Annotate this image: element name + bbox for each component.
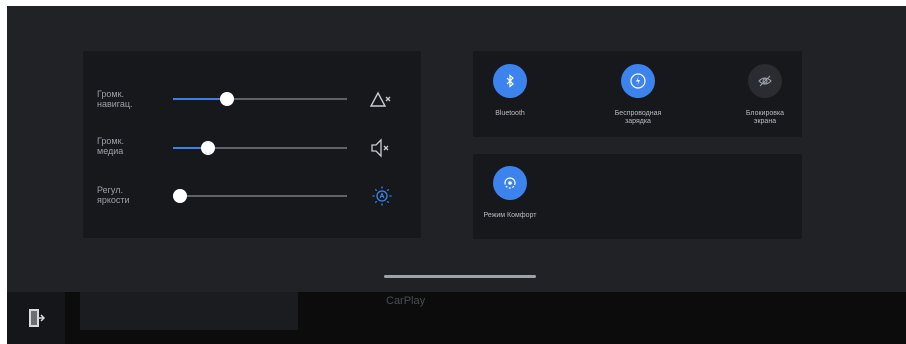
slider-knob[interactable] bbox=[219, 92, 234, 106]
comfort-mode-button[interactable] bbox=[493, 166, 527, 200]
slider-fill bbox=[173, 98, 227, 100]
wireless-charging-icon bbox=[630, 73, 646, 89]
navigation-mute-icon[interactable] bbox=[369, 89, 391, 111]
sliders-card: Громк. навигац. Громк. медиа Регул. ярко… bbox=[83, 51, 421, 238]
bluetooth-icon bbox=[506, 74, 514, 88]
quick-settings-panel: Громк. навигац. Громк. медиа Регул. ярко… bbox=[7, 6, 906, 292]
comfort-card: Режим Комфорт bbox=[473, 154, 802, 239]
media-volume-slider[interactable] bbox=[173, 141, 347, 155]
bottom-dock: CarPlay bbox=[7, 292, 906, 344]
brightness-auto-icon[interactable] bbox=[371, 185, 393, 207]
slider-label-media: Громк. медиа bbox=[97, 136, 125, 156]
carplay-label[interactable]: CarPlay bbox=[386, 295, 425, 307]
slider-label-brightness: Регул. яркости bbox=[97, 185, 130, 205]
app-tile[interactable] bbox=[80, 292, 298, 330]
slider-knob[interactable] bbox=[200, 141, 215, 155]
wireless-charging-toggle[interactable]: Беспроводная зарядка bbox=[583, 64, 693, 126]
screen-lock-button[interactable] bbox=[748, 64, 782, 98]
screen-lock-label: Блокировка экрана bbox=[745, 110, 785, 125]
media-mute-icon[interactable] bbox=[369, 137, 391, 159]
comfort-mode-toggle[interactable]: Режим Комфорт bbox=[455, 166, 565, 220]
navigation-volume-slider[interactable] bbox=[173, 92, 347, 106]
slider-knob[interactable] bbox=[172, 189, 187, 203]
wireless-charging-label: Беспроводная зарядка bbox=[614, 110, 662, 125]
toggles-card: Bluetooth Беспроводная зарядка Блокировк… bbox=[473, 51, 802, 137]
panel-drag-handle[interactable] bbox=[384, 275, 536, 278]
bluetooth-label: Bluetooth bbox=[495, 110, 525, 117]
slider-label-navigation: Громк. навигац. bbox=[97, 89, 133, 109]
eye-off-icon bbox=[758, 75, 772, 87]
dock-left-area bbox=[7, 292, 65, 344]
bluetooth-button[interactable] bbox=[493, 64, 527, 98]
brightness-slider[interactable] bbox=[172, 189, 347, 203]
comfort-mode-label: Режим Комфорт bbox=[483, 212, 537, 219]
comfort-mode-icon bbox=[504, 177, 516, 189]
wireless-charging-button[interactable] bbox=[621, 64, 655, 98]
exit-door-icon[interactable] bbox=[27, 308, 46, 328]
bluetooth-toggle[interactable]: Bluetooth bbox=[455, 64, 565, 118]
screen: Громк. навигац. Громк. медиа Регул. ярко… bbox=[7, 6, 906, 344]
screen-lock-toggle[interactable]: Блокировка экрана bbox=[710, 64, 820, 126]
